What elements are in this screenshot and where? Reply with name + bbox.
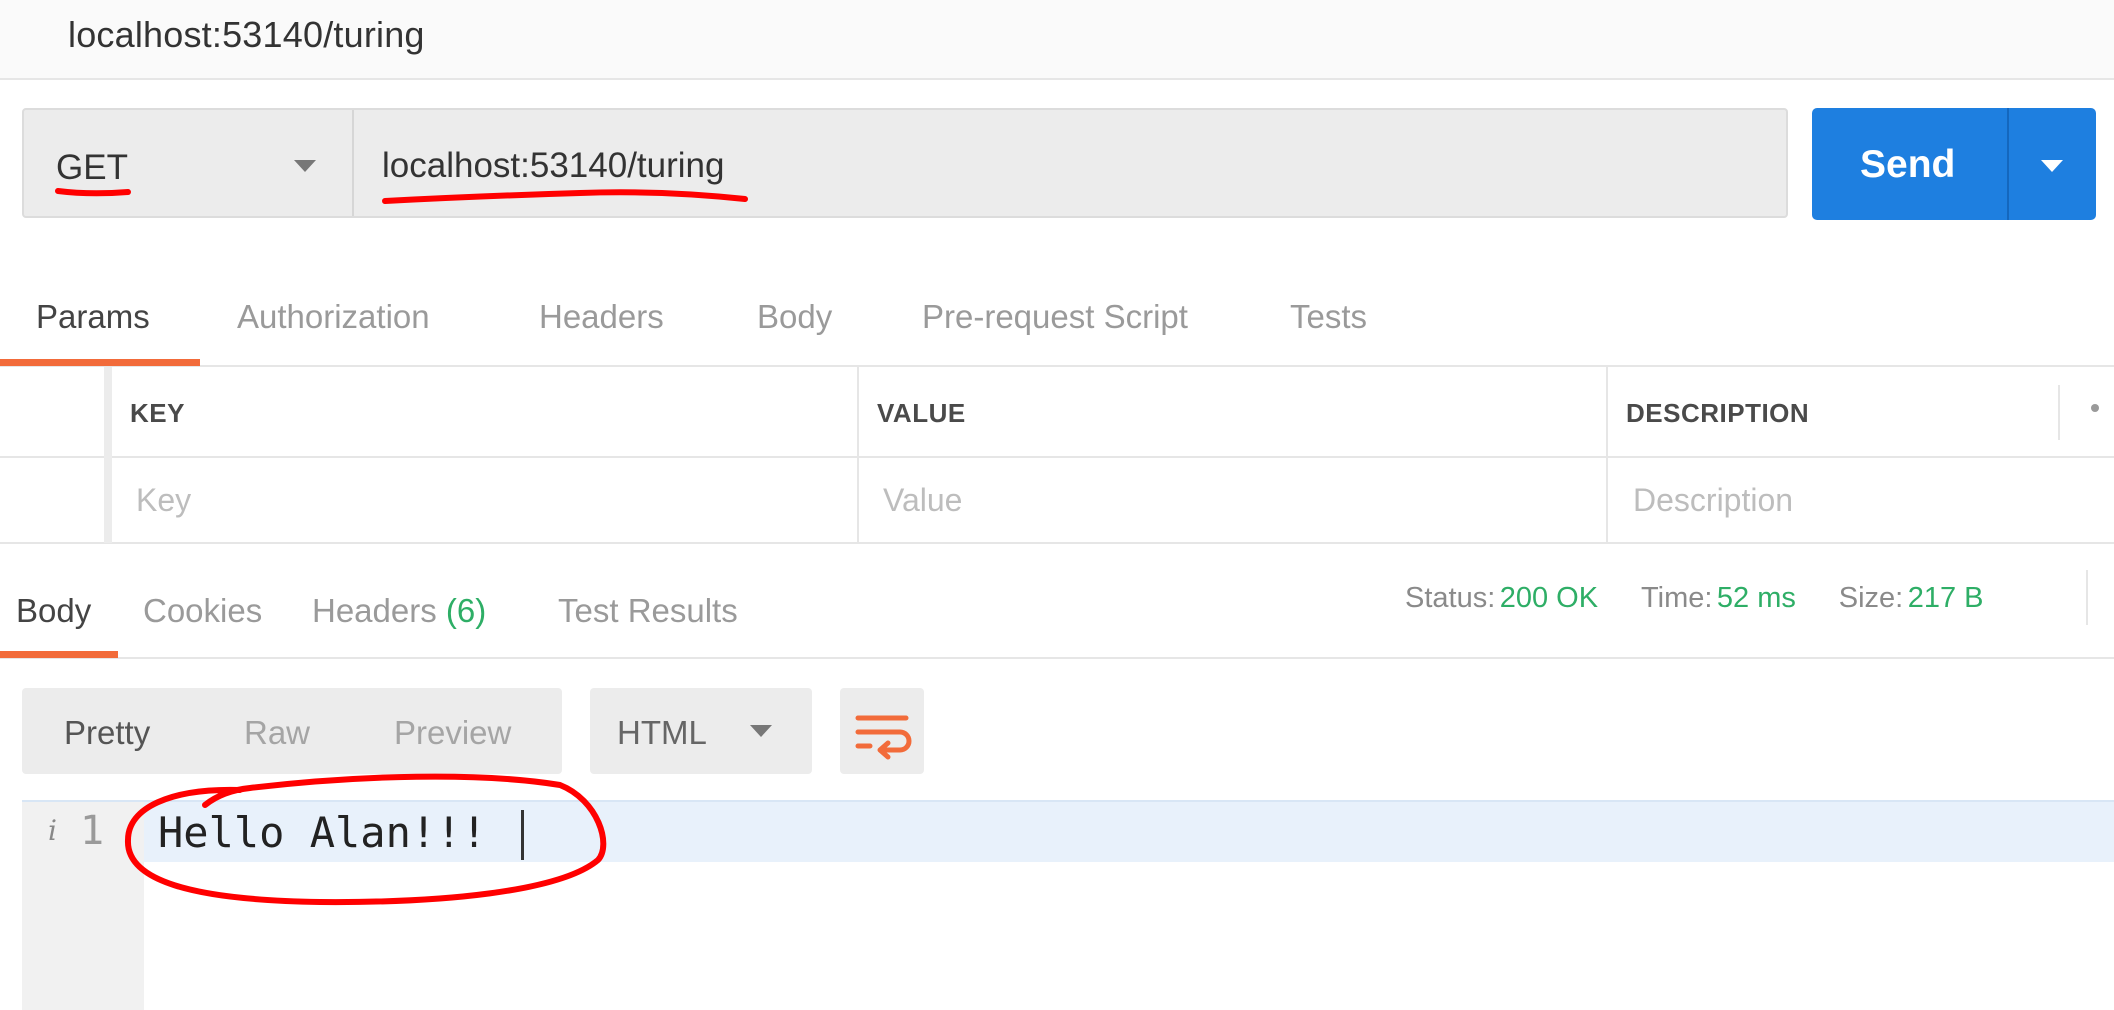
table-divider <box>0 542 2114 544</box>
response-text: Hello Alan!!! <box>158 808 487 857</box>
send-button-label: Send <box>1860 143 1956 186</box>
column-header-value: VALUE <box>877 398 966 428</box>
view-preview[interactable]: Preview <box>394 714 511 752</box>
divider <box>352 110 354 216</box>
key-input[interactable]: Key <box>136 482 191 519</box>
active-tab-indicator <box>0 359 200 366</box>
format-label: HTML <box>617 714 707 751</box>
wrap-lines-button[interactable] <box>840 688 924 774</box>
value-input[interactable]: Value <box>883 482 962 519</box>
chevron-down-icon[interactable] <box>750 725 772 737</box>
method-label: GET <box>56 148 128 187</box>
url-input[interactable]: localhost:53140/turing <box>382 146 724 186</box>
time-label: Time: <box>1640 582 1713 614</box>
column-divider <box>1606 367 1608 543</box>
status-label: Status: <box>1405 582 1496 614</box>
response-status: Status: 200 OK Time: 52 ms Size: 217 B <box>1405 582 1984 615</box>
tab-response-body[interactable]: Body <box>16 592 91 630</box>
tab-response-headers[interactable]: Headers (6) <box>312 592 486 630</box>
column-divider <box>857 367 859 543</box>
status-value: 200 OK <box>1499 582 1599 614</box>
window-title: localhost:53140/turing <box>68 14 425 55</box>
tab-authorization[interactable]: Authorization <box>237 298 430 336</box>
wrap-lines-icon <box>855 715 912 760</box>
time-value: 52 ms <box>1716 582 1796 614</box>
column-header-key: KEY <box>130 398 185 428</box>
column-header-description: DESCRIPTION <box>1626 398 1810 428</box>
text-cursor <box>521 810 524 860</box>
info-icon: i <box>48 814 57 847</box>
tab-pre-request-script[interactable]: Pre-request Script <box>922 298 1188 336</box>
tabs-separator <box>0 365 2114 367</box>
view-raw[interactable]: Raw <box>244 714 310 752</box>
editor-border <box>22 800 2114 802</box>
tab-response-headers-label: Headers <box>312 592 437 629</box>
tabs-separator <box>0 657 2114 659</box>
column-divider <box>2058 385 2060 440</box>
headers-count-badge: (6) <box>445 592 487 629</box>
send-options-chevron-icon[interactable] <box>2041 160 2063 172</box>
tab-cookies[interactable]: Cookies <box>143 592 262 630</box>
chevron-down-icon[interactable] <box>294 160 316 172</box>
divider <box>2007 108 2009 220</box>
table-divider <box>0 456 2114 458</box>
size-label: Size: <box>1838 582 1904 614</box>
tab-headers[interactable]: Headers <box>539 298 664 336</box>
dots-icon[interactable] <box>2091 404 2099 412</box>
tab-tests[interactable]: Tests <box>1290 298 1367 336</box>
line-number: 1 <box>80 808 105 854</box>
tab-body[interactable]: Body <box>757 298 832 336</box>
row-handle-column <box>104 367 112 543</box>
divider <box>2086 570 2088 625</box>
tab-params[interactable]: Params <box>36 298 150 336</box>
view-pretty[interactable]: Pretty <box>64 714 150 752</box>
description-input[interactable]: Description <box>1633 482 1793 519</box>
size-value: 217 B <box>1907 582 1984 614</box>
tab-test-results[interactable]: Test Results <box>558 592 738 630</box>
active-tab-indicator <box>0 651 118 658</box>
